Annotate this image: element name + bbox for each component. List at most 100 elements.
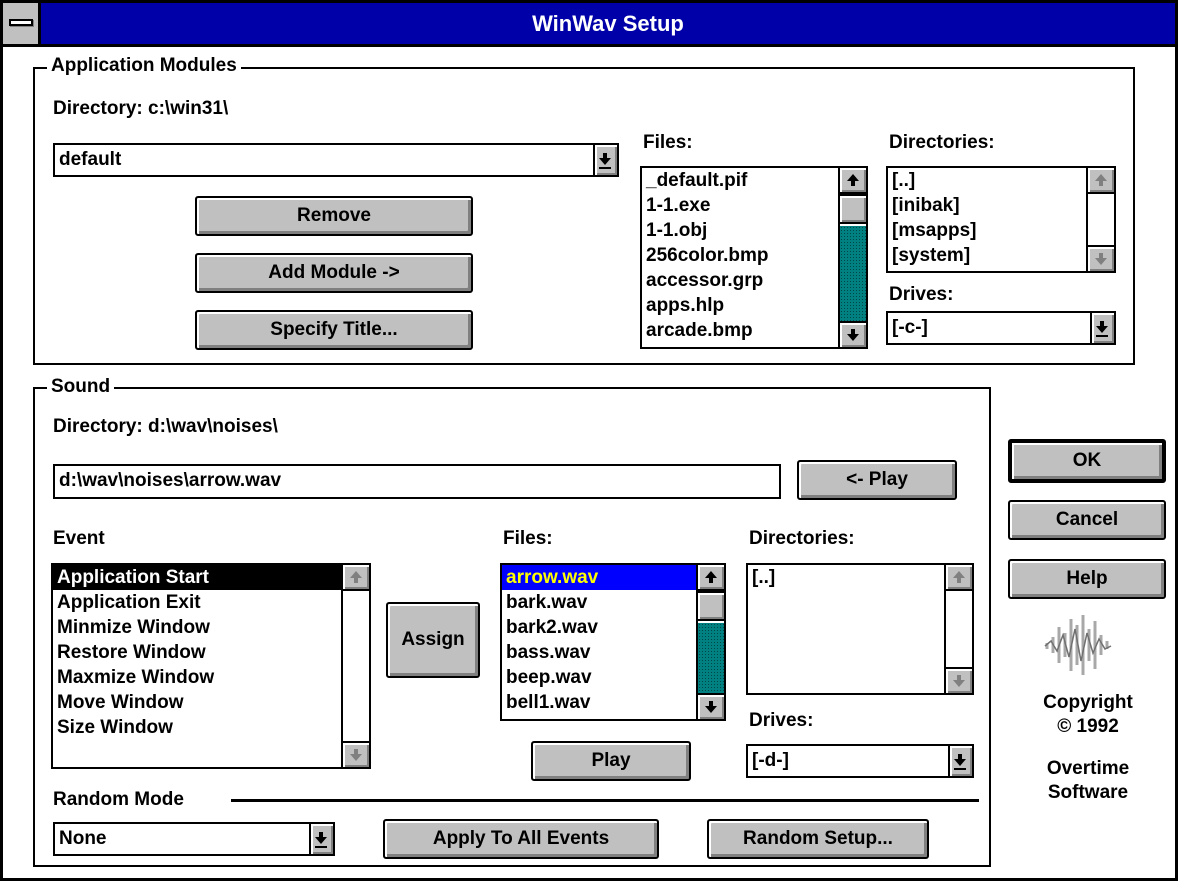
list-item[interactable]: Application Start (53, 565, 341, 590)
event-items: Application Start Application Exit Minmize… (53, 565, 369, 740)
apply-to-all-events-button[interactable]: Apply To All Events (383, 819, 659, 859)
random-mode-divider (231, 799, 979, 802)
play-arrow-button[interactable]: <- Play (797, 460, 957, 500)
app-drives-label: Drives: (889, 284, 954, 305)
arrow-up-icon (1095, 174, 1107, 186)
sound-directory-label: Directory: d:\wav\noises\ (53, 416, 278, 437)
sound-files-list[interactable]: arrow.wav bark.wav bark2.wav bass.wav beep.w… (500, 563, 726, 721)
scroll-down-button (1088, 245, 1114, 271)
list-item[interactable]: bass.wav (502, 640, 696, 665)
system-menu-icon (9, 19, 33, 26)
scroll-track[interactable] (698, 623, 724, 693)
app-drives-combo[interactable]: [-c-] (886, 311, 1116, 345)
app-files-list[interactable]: _default.pif 1-1.exe 1-1.obj 256color.bmp ac… (640, 166, 868, 349)
list-item[interactable]: bell1.wav (502, 690, 696, 715)
random-setup-button[interactable]: Random Setup... (707, 819, 929, 859)
list-item[interactable]: bark2.wav (502, 615, 696, 640)
random-mode-label: Random Mode (53, 788, 190, 812)
sound-path-field[interactable]: d:\wav\noises\arrow.wav (53, 464, 781, 499)
scroll-up-button[interactable] (698, 565, 724, 591)
remove-button[interactable]: Remove (195, 196, 473, 236)
chevron-down-icon (315, 832, 327, 848)
list-item[interactable]: Move Window (53, 690, 341, 715)
list-item[interactable]: 1-1.obj (642, 218, 838, 243)
chevron-down-icon (599, 153, 611, 169)
arrow-up-icon (953, 571, 965, 583)
cancel-button[interactable]: Cancel (1008, 500, 1166, 540)
help-button[interactable]: Help (1008, 559, 1166, 599)
list-item[interactable]: [system] (888, 243, 1086, 268)
sound-files-label: Files: (503, 528, 553, 549)
list-item[interactable]: beep.wav (502, 665, 696, 690)
list-item[interactable]: [inibak] (888, 193, 1086, 218)
app-files-label: Files: (643, 132, 693, 153)
chevron-down-icon (1096, 321, 1108, 337)
arrow-down-icon (1095, 253, 1107, 265)
app-files-scrollbar[interactable] (838, 168, 866, 347)
specify-title-button[interactable]: Specify Title... (195, 310, 473, 350)
scroll-thumb[interactable] (698, 591, 724, 621)
scroll-up-button[interactable] (840, 168, 866, 194)
app-directories-list[interactable]: [..] [inibak] [msapps] [system] (886, 166, 1116, 273)
scroll-down-button (946, 667, 972, 693)
play-button[interactable]: Play (531, 741, 691, 781)
app-directories-items: [..] [inibak] [msapps] [system] (888, 168, 1114, 268)
list-item[interactable]: arcade.bmp (642, 318, 838, 343)
list-item[interactable]: [msapps] (888, 218, 1086, 243)
scroll-up-button (1088, 168, 1114, 194)
list-item[interactable]: Application Exit (53, 590, 341, 615)
list-item[interactable]: Minmize Window (53, 615, 341, 640)
waveform-logo-icon (1043, 613, 1113, 677)
module-combo-dropdown-button[interactable] (593, 145, 617, 175)
chevron-down-icon (954, 754, 966, 770)
module-combo[interactable]: default (53, 143, 619, 177)
scroll-track (1088, 194, 1114, 245)
list-item[interactable]: [..] (748, 565, 944, 590)
list-item[interactable]: arrow.wav (502, 565, 696, 590)
copyright-line-2: © 1992 (1057, 716, 1119, 737)
scroll-up-button (343, 565, 369, 591)
module-combo-value: default (59, 149, 122, 170)
scroll-track (343, 591, 369, 741)
scroll-track[interactable] (840, 226, 866, 321)
scroll-thumb[interactable] (840, 194, 866, 224)
list-item[interactable]: _default.pif (642, 168, 838, 193)
scroll-track (946, 591, 972, 667)
application-modules-label: Application Modules (47, 55, 241, 77)
sound-directories-label: Directories: (749, 528, 855, 549)
sound-label: Sound (47, 376, 115, 398)
list-item[interactable]: Size Window (53, 715, 341, 740)
ok-button[interactable]: OK (1008, 439, 1166, 483)
list-item[interactable]: 256color.bmp (642, 243, 838, 268)
list-item[interactable]: [..] (888, 168, 1086, 193)
random-mode-value: None (59, 828, 107, 849)
sound-directories-items: [..] (748, 565, 972, 590)
list-item[interactable]: apps.hlp (642, 293, 838, 318)
scroll-down-button[interactable] (840, 321, 866, 347)
scroll-down-button (343, 741, 369, 767)
system-menu-button[interactable] (3, 3, 41, 44)
scroll-down-button[interactable] (698, 693, 724, 719)
sound-drives-combo[interactable]: [-d-] (746, 744, 974, 778)
event-label: Event (53, 528, 105, 549)
scroll-up-button (946, 565, 972, 591)
list-item[interactable]: bark.wav (502, 590, 696, 615)
sound-directories-scrollbar (944, 565, 972, 693)
sound-directories-list[interactable]: [..] (746, 563, 974, 695)
app-directory-label: Directory: c:\win31\ (53, 98, 229, 119)
add-module-button[interactable]: Add Module -> (195, 253, 473, 293)
vendor-line-2: Software (1047, 782, 1129, 803)
list-item[interactable]: Restore Window (53, 640, 341, 665)
sound-drives-label: Drives: (749, 710, 814, 731)
assign-button[interactable]: Assign (386, 602, 480, 678)
random-mode-combo[interactable]: None (53, 822, 335, 856)
list-item[interactable]: 1-1.exe (642, 193, 838, 218)
app-drives-dropdown-button[interactable] (1090, 313, 1114, 343)
sound-files-scrollbar[interactable] (696, 565, 724, 719)
random-mode-dropdown-button[interactable] (309, 824, 333, 854)
arrow-down-icon (847, 329, 859, 341)
list-item[interactable]: accessor.grp (642, 268, 838, 293)
list-item[interactable]: Maxmize Window (53, 665, 341, 690)
sound-drives-dropdown-button[interactable] (948, 746, 972, 776)
event-list[interactable]: Application Start Application Exit Minmize… (51, 563, 371, 769)
